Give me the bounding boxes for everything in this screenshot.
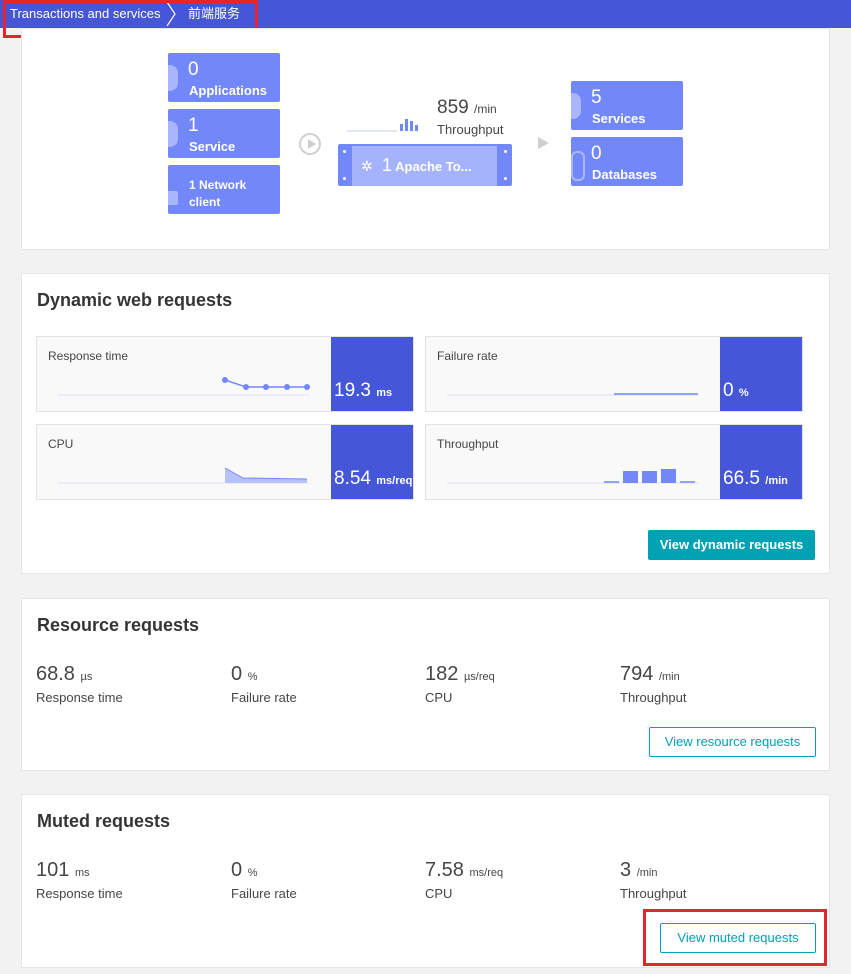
application-icon [168,65,178,91]
resource-cpu-stat: 182 µs/req CPU [425,663,495,705]
resource-failure-rate-stat: 0 % Failure rate [231,663,297,705]
applications-count: 0 [188,59,199,80]
muted-response-time-stat: 101 ms Response time [36,859,123,901]
applications-tile[interactable]: 0 Applications [168,53,280,102]
resource-requests-card: Resource requests 68.8 µs Response time … [21,598,830,771]
failure-rate-sparkline [447,393,698,396]
database-icon [571,151,585,181]
service-count: 1 [188,115,199,136]
process-tile[interactable]: ✲ 1 Apache To... [338,144,512,186]
topology-throughput-label: Throughput [437,122,504,137]
view-resource-requests-button[interactable]: View resource requests [649,727,816,757]
response-time-value-panel: 19.3 ms [331,337,413,411]
muted-cpu-stat: 7.58 ms/req CPU [425,859,504,901]
process-label: 1 Apache To... [382,155,472,175]
network-icon [168,191,178,205]
cpu-value-panel: 8.54 ms/req [331,425,413,499]
response-time-sparkline [58,377,310,396]
muted-requests-card: Muted requests 101 ms Response time 0 % … [21,794,830,968]
applications-label: Applications [189,83,268,98]
resource-response-time-stat: 68.8 µs Response time [36,663,123,705]
muted-failure-rate-stat: 0 % Failure rate [231,859,297,901]
resource-throughput-stat: 794 /min Throughput [620,663,687,705]
databases-count: 0 [591,143,602,164]
service-label: Service [189,139,236,154]
dynamic-web-requests-title: Dynamic web requests [37,290,233,310]
breadcrumb: Transactions and services 前端服务 [0,0,851,28]
response-time-tile[interactable]: Response time 19.3 ms [36,336,414,412]
play-icon [299,133,321,155]
breadcrumb-current: 前端服务 [188,6,241,21]
gear-icon [168,121,178,147]
services-count: 5 [591,87,602,108]
topology-throughput-value: 859 /min [437,97,497,118]
dynamic-web-requests-card: Dynamic web requests Response time 19.3 … [21,273,830,574]
muted-requests-title: Muted requests [37,811,171,831]
view-dynamic-requests-button[interactable]: View dynamic requests [648,530,815,560]
gear-icon [571,93,581,119]
cpu-tile[interactable]: CPU 8.54 ms/req [36,424,414,500]
chevron-right-icon [166,2,176,26]
failure-rate-tile[interactable]: Failure rate 0 % [425,336,803,412]
databases-tile[interactable]: 0 Databases [571,137,683,186]
throughput-bars [447,469,698,484]
services-tile[interactable]: 5 Services [571,81,683,130]
tomcat-icon: ✲ [361,158,373,174]
view-muted-requests-button[interactable]: View muted requests [660,923,816,953]
cpu-sparkline [58,467,309,484]
databases-label: Databases [592,167,658,182]
process-inner: ✲ 1 Apache To... [352,146,497,186]
network-client-label: 1 Network client [189,178,247,209]
throughput-sparkline [347,119,418,132]
services-label: Services [592,111,646,126]
muted-throughput-stat: 3 /min Throughput [620,859,687,901]
resource-requests-title: Resource requests [37,615,200,635]
failure-rate-value-panel: 0 % [720,337,802,411]
throughput-value-panel: 66.5 /min [720,425,802,499]
topology-card: 0 Applications 1 Service 1 Network clien… [21,28,830,250]
network-client-tile[interactable]: 1 Network client [168,165,280,214]
breadcrumb-parent-link[interactable]: Transactions and services [10,0,161,28]
arrow-right-icon [538,137,549,149]
throughput-tile[interactable]: Throughput 66.5 /min [425,424,803,500]
service-tile[interactable]: 1 Service [168,109,280,158]
